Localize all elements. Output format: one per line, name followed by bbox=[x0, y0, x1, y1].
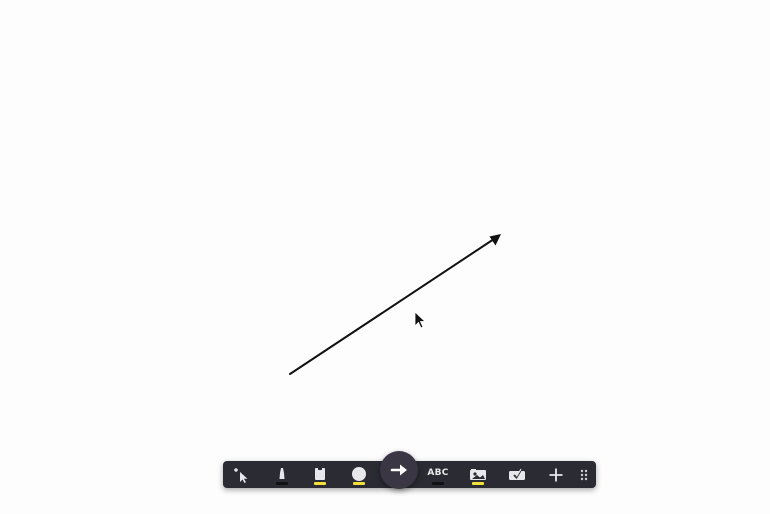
text-icon: ABC bbox=[427, 467, 449, 478]
text-tool-button[interactable]: ABC bbox=[422, 461, 454, 488]
stamp-tool-button[interactable] bbox=[501, 461, 533, 488]
shape-color-swatch bbox=[353, 482, 365, 485]
marker-color-swatch bbox=[276, 482, 288, 485]
add-tool-button[interactable] bbox=[540, 461, 572, 488]
marker-icon bbox=[279, 467, 285, 479]
select-tool-button[interactable] bbox=[226, 461, 258, 488]
highlighter-tool-button[interactable] bbox=[304, 461, 336, 488]
image-color-swatch bbox=[472, 482, 484, 485]
toolbar-drag-handle[interactable] bbox=[572, 461, 596, 488]
circle-shape-icon bbox=[352, 466, 366, 481]
drawn-arrow[interactable] bbox=[289, 234, 501, 375]
stamp-check-icon bbox=[509, 468, 525, 480]
drawing-canvas[interactable] bbox=[0, 0, 770, 514]
mouse-pointer-icon bbox=[414, 311, 427, 329]
highlighter-icon bbox=[315, 466, 325, 480]
select-pointer-icon bbox=[234, 467, 248, 483]
drawing-toolbar: ABC bbox=[223, 451, 596, 489]
arrow-right-icon bbox=[390, 464, 407, 476]
image-icon bbox=[470, 468, 486, 480]
highlighter-color-swatch bbox=[314, 482, 326, 485]
drag-grip-icon bbox=[580, 469, 588, 480]
arrow-tool-button[interactable] bbox=[380, 451, 418, 489]
image-tool-button[interactable] bbox=[462, 461, 494, 488]
text-color-swatch bbox=[432, 482, 444, 485]
shape-tool-button[interactable] bbox=[343, 461, 375, 488]
arrow-shaft bbox=[289, 238, 495, 375]
plus-icon bbox=[549, 468, 563, 481]
marker-tool-button[interactable] bbox=[266, 461, 298, 488]
